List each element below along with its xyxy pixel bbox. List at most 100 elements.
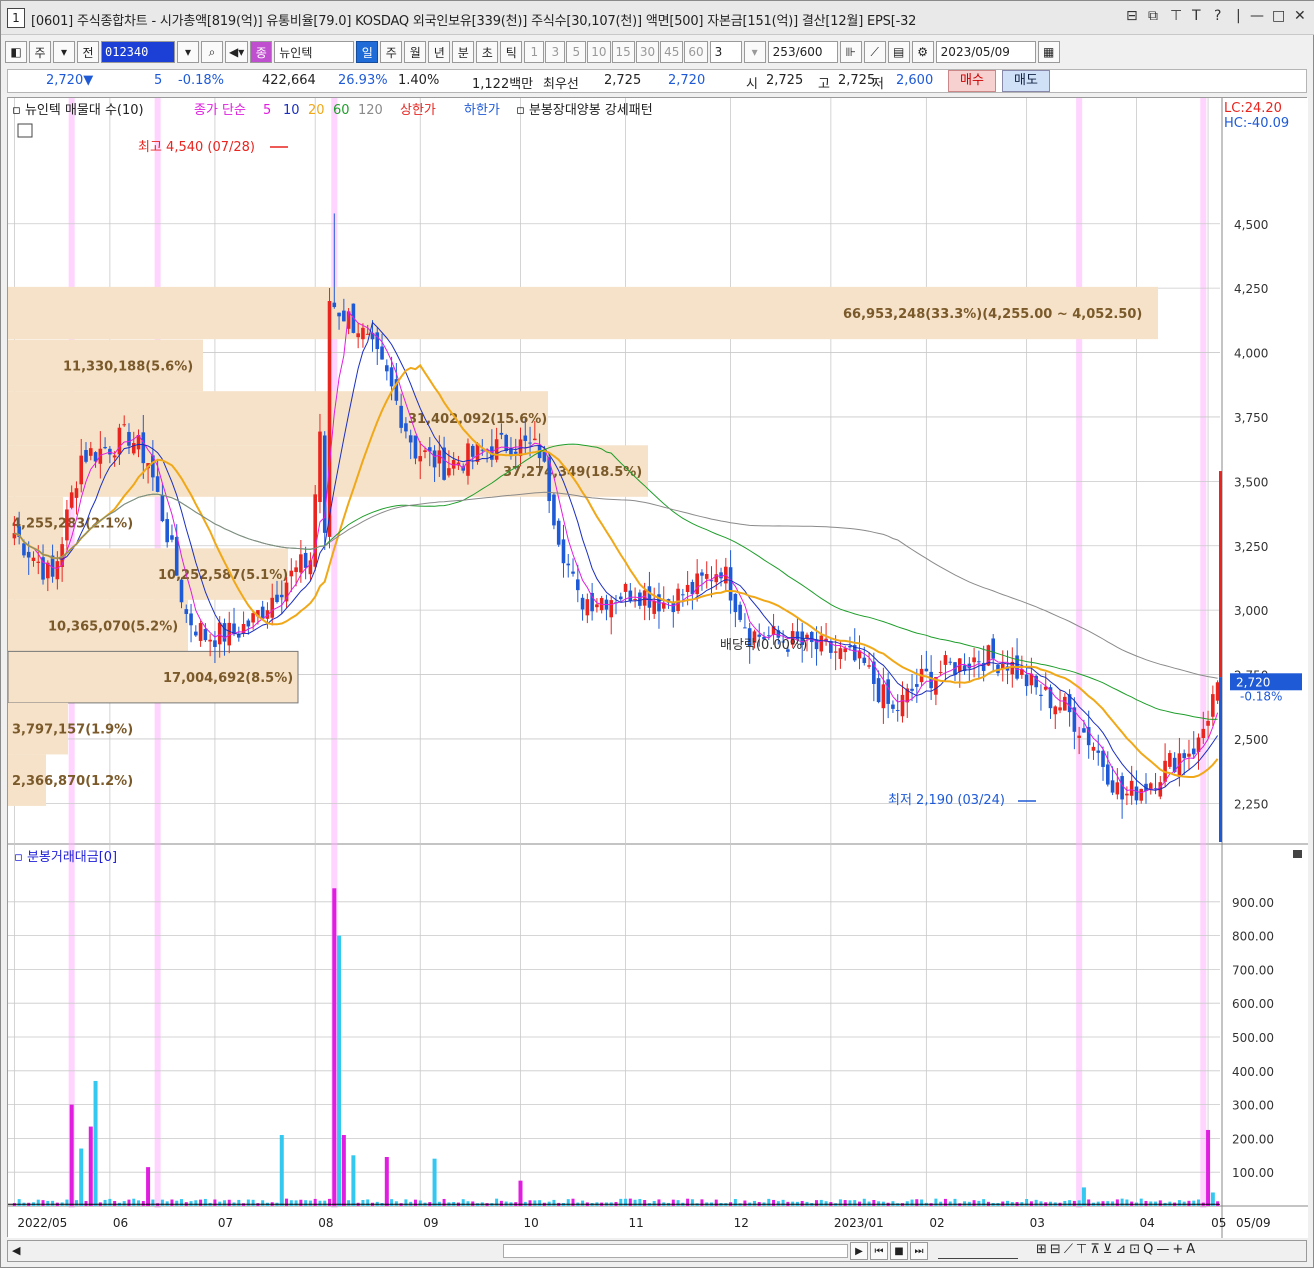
tool-7-icon[interactable]: ⊡	[1129, 1242, 1140, 1257]
interval-15[interactable]: 15	[611, 41, 635, 63]
window-control-1[interactable]: ⧉	[1148, 8, 1158, 24]
tool-10-icon[interactable]: +	[1172, 1242, 1183, 1257]
interval-3[interactable]: 3	[545, 41, 566, 63]
scroll-thumb[interactable]	[503, 1244, 848, 1258]
candle-body-189	[915, 684, 919, 687]
search-icon[interactable]: ⌕	[201, 41, 223, 63]
period-tab-1[interactable]: 주	[380, 41, 403, 63]
candle-body-108	[528, 442, 532, 444]
candle-body-24	[127, 431, 131, 446]
candle-body-63	[313, 494, 317, 567]
candle-body-143	[695, 573, 699, 595]
dropdown-icon[interactable]: ▾	[53, 41, 75, 63]
step-field[interactable]: 3	[709, 41, 742, 63]
count-max: /600	[795, 45, 823, 59]
candle-body-11	[65, 509, 69, 541]
period-tab-4[interactable]: 분	[452, 41, 475, 63]
tool-3-icon[interactable]: ⊤	[1076, 1242, 1087, 1257]
tool-1-icon[interactable]: ⊟	[1050, 1242, 1061, 1257]
time-tick-12: 05	[1211, 1216, 1226, 1230]
vol-tick-5: 400.00	[1232, 1065, 1274, 1079]
vol-bar-64	[318, 1200, 322, 1206]
period-tab-3[interactable]: 년	[428, 41, 451, 63]
legend-item-0: ▫ 뉴인텍 매물대 수(10)	[12, 103, 144, 118]
tool-8-icon[interactable]: Q	[1143, 1242, 1153, 1257]
period-tab-5[interactable]: 초	[476, 41, 499, 63]
tool-11-icon[interactable]: A	[1186, 1242, 1195, 1257]
tool-4-icon[interactable]: ⊼	[1090, 1242, 1100, 1257]
price-tick-5: 3,250	[1234, 540, 1268, 554]
playback-2-icon[interactable]: ■	[890, 1242, 908, 1260]
save-icon[interactable]: ▤	[887, 41, 910, 63]
candle-body-231	[1115, 782, 1120, 795]
vol-bar-101	[495, 1198, 499, 1206]
window-control-7[interactable]: □	[1272, 8, 1285, 24]
interval-45[interactable]: 45	[660, 41, 684, 63]
scroll-left-icon[interactable]: ◀	[12, 1244, 20, 1257]
playback-1-icon[interactable]: ⏮	[870, 1242, 888, 1260]
draw-tool-icon[interactable]: ⟋	[863, 41, 886, 63]
tool-2-icon[interactable]: ⟋	[1064, 1242, 1073, 1257]
window-control-3[interactable]: T	[1192, 8, 1201, 24]
sound-icon[interactable]: ◀▾	[225, 41, 249, 63]
candle-body-115	[561, 539, 566, 564]
tool-6-icon[interactable]: ⊿	[1115, 1242, 1126, 1257]
vol-bar-31	[160, 1199, 164, 1206]
zoom-slider[interactable]	[938, 1243, 1018, 1259]
window-control-2[interactable]: ⊤	[1170, 8, 1182, 24]
buy-button[interactable]: 매수	[948, 70, 996, 92]
candle-body-122	[595, 604, 599, 608]
date-field[interactable]: 2023/05/09	[935, 41, 1036, 63]
vol-bar-50	[251, 1199, 255, 1206]
chart-area[interactable]: 4,5004,2504,0003,7503,5003,2503,0002,750…	[7, 97, 1308, 1238]
vol-bar-49	[246, 1199, 250, 1206]
playback-0-icon[interactable]: ▶	[850, 1242, 868, 1260]
tool-0-icon[interactable]: ⊞	[1036, 1242, 1047, 1257]
candle-body-18	[98, 448, 103, 464]
playback-3-icon[interactable]: ⏭	[910, 1242, 928, 1260]
scope-select[interactable]: 전	[77, 41, 99, 63]
chart-type-icon[interactable]: ⊪	[839, 41, 862, 63]
vol-bar-131	[638, 1198, 642, 1206]
candle-body-140	[681, 594, 685, 596]
interval-60[interactable]: 60	[684, 41, 708, 63]
window-control-8[interactable]: ✕	[1294, 8, 1306, 24]
interval-10[interactable]: 10	[587, 41, 611, 63]
candle-body-81	[399, 405, 403, 428]
count-field[interactable]: 253/600	[767, 41, 838, 63]
chart-svg[interactable]: 4,5004,2504,0003,7503,5003,2503,0002,750…	[7, 98, 1308, 1238]
time-tick-end: 05/09	[1236, 1216, 1271, 1230]
candle-body-121	[590, 592, 594, 612]
gear-icon[interactable]: ⚙	[911, 41, 934, 63]
best-bid: 2,720	[668, 73, 706, 88]
window-control-6[interactable]: —	[1250, 8, 1264, 24]
trade-amount: 1,122백만	[472, 77, 534, 92]
sell-button[interactable]: 매도	[1002, 70, 1050, 92]
layout-icon[interactable]: ◧	[5, 41, 27, 63]
lc-label: LC:24.20	[1224, 101, 1282, 116]
window-number[interactable]: 1	[7, 8, 25, 28]
period-tab-2[interactable]: 월	[404, 41, 427, 63]
chevron-down-icon[interactable]: ▾	[177, 41, 199, 63]
window-control-4[interactable]: ?	[1214, 8, 1221, 24]
interval-1[interactable]: 1	[524, 41, 545, 63]
tool-9-icon[interactable]: —	[1156, 1242, 1169, 1257]
interval-30[interactable]: 30	[635, 41, 660, 63]
vol-bar-80	[394, 1201, 398, 1206]
market-select[interactable]: 주	[29, 41, 51, 63]
vol-bar-34	[175, 1200, 179, 1206]
candle-body-167	[809, 632, 814, 643]
window-control-0[interactable]: ⊟	[1126, 8, 1138, 24]
vol-spike-0	[69, 1104, 74, 1206]
tool-5-icon[interactable]: ⊻	[1103, 1242, 1113, 1257]
candle-body-31	[160, 494, 165, 522]
period-tab-6[interactable]: 틱	[500, 41, 523, 63]
period-tab-0[interactable]: 일	[356, 41, 379, 63]
stock-code-input[interactable]: 012340	[101, 41, 175, 63]
calendar-icon[interactable]: ▦	[1037, 41, 1060, 63]
vol-tick-3: 600.00	[1232, 997, 1274, 1011]
window-control-5[interactable]: |	[1236, 8, 1241, 24]
vol-bar-234	[1130, 1201, 1134, 1206]
interval-5[interactable]: 5	[566, 41, 587, 63]
step-dropdown-icon[interactable]: ▾	[743, 41, 766, 63]
